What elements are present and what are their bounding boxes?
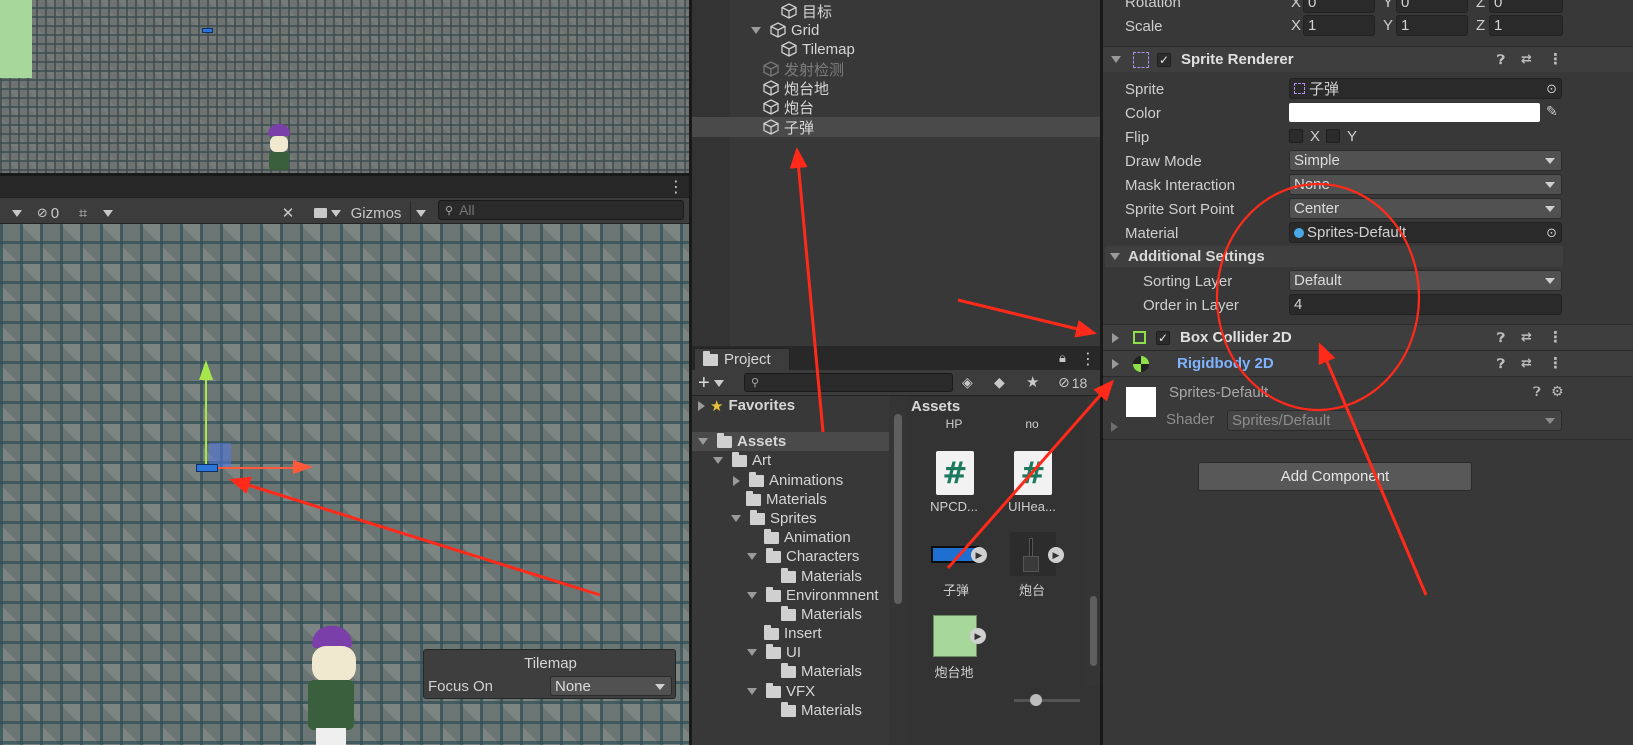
annotation-circle xyxy=(1215,182,1421,412)
annotation-overlay xyxy=(229,147,1428,597)
annotation-arrow-scene xyxy=(229,476,601,597)
annotation-arrow-box-collider xyxy=(957,298,1097,338)
annotation-arrow-rigidbody xyxy=(946,379,1114,569)
annotation-arrow-hierarchy xyxy=(789,147,825,433)
annotation-arrow-circle xyxy=(1318,342,1428,596)
